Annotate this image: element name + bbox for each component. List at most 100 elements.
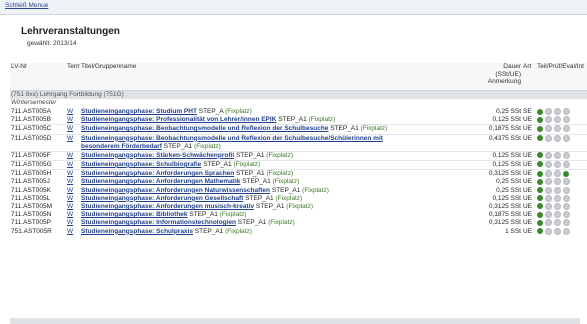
participation-status-icon[interactable] bbox=[537, 178, 543, 185]
info-status-icon[interactable] bbox=[563, 211, 570, 219]
info-status-icon[interactable] bbox=[563, 194, 570, 202]
info-status-icon[interactable] bbox=[563, 170, 569, 177]
exam-status-icon[interactable] bbox=[545, 186, 552, 194]
term-link[interactable]: W bbox=[67, 178, 73, 185]
evaluation-status-icon[interactable] bbox=[554, 152, 561, 159]
course-title-link[interactable]: Studieneingangsphase: Studium PHT bbox=[81, 108, 197, 115]
participation-status-icon[interactable] bbox=[537, 135, 543, 142]
participation-status-icon[interactable] bbox=[537, 170, 543, 177]
exam-status-icon[interactable] bbox=[545, 108, 552, 115]
course-title-link[interactable]: Studieneingangsphase: Bibliothek bbox=[81, 211, 188, 218]
participation-status-icon[interactable] bbox=[537, 187, 543, 194]
table-row: 711.AST005B W Studieneingangsphase: Profes… bbox=[10, 116, 587, 125]
term-link[interactable]: W bbox=[67, 228, 73, 235]
term-link[interactable]: W bbox=[67, 211, 73, 218]
course-title-link[interactable]: Studieneingangsphase: Stärken-Schwächenp… bbox=[81, 152, 234, 158]
info-status-icon[interactable] bbox=[563, 219, 570, 227]
info-status-icon[interactable] bbox=[563, 202, 570, 210]
course-title-link[interactable]: Studieneingangsphase: Anforderungen Gese… bbox=[81, 195, 243, 202]
exam-status-icon[interactable] bbox=[545, 152, 552, 159]
evaluation-status-icon[interactable] bbox=[554, 219, 561, 227]
course-title-link[interactable]: Studieneingangsphase: Anforderungen Spra… bbox=[81, 171, 234, 178]
participation-status-icon[interactable] bbox=[537, 195, 543, 202]
duration-cell: 0,4375 SSt bbox=[476, 133, 522, 152]
term-cell: W bbox=[66, 219, 80, 227]
term-link[interactable]: W bbox=[67, 116, 73, 123]
exam-status-icon[interactable] bbox=[545, 161, 552, 168]
exam-status-icon[interactable] bbox=[545, 219, 552, 227]
term-link[interactable]: W bbox=[67, 203, 73, 210]
type-cell: UE bbox=[523, 194, 533, 202]
exam-status-icon[interactable] bbox=[545, 125, 552, 133]
exam-status-icon[interactable] bbox=[545, 211, 552, 219]
term-link[interactable]: W bbox=[67, 108, 73, 115]
evaluation-status-icon[interactable] bbox=[554, 170, 561, 178]
participation-status-icon[interactable] bbox=[537, 152, 543, 159]
table-row: 711.AST005L W Studieneingangsphase: Anford… bbox=[10, 194, 587, 203]
exam-status-icon[interactable] bbox=[545, 202, 552, 210]
evaluation-status-icon[interactable] bbox=[554, 116, 561, 124]
info-status-icon[interactable] bbox=[563, 135, 570, 142]
course-title-link[interactable]: Studieneingangsphase: Anforderungen musi… bbox=[81, 203, 254, 210]
participation-status-icon[interactable] bbox=[537, 203, 543, 210]
course-title-link[interactable]: Studieneingangsphase: Beobachtungsmodell… bbox=[81, 126, 328, 132]
participation-status-icon[interactable] bbox=[537, 219, 543, 226]
info-status-icon[interactable] bbox=[563, 116, 570, 124]
close-menu-link[interactable]: Schließ Menue bbox=[5, 2, 48, 9]
type-cell: UE bbox=[523, 186, 533, 194]
info-status-icon[interactable] bbox=[563, 178, 570, 186]
course-number: 711.AST005L bbox=[11, 194, 51, 202]
evaluation-status-icon[interactable] bbox=[554, 211, 561, 219]
participation-status-icon[interactable] bbox=[537, 116, 543, 123]
info-status-icon[interactable] bbox=[563, 152, 570, 159]
exam-status-icon[interactable] bbox=[545, 194, 552, 202]
course-title-link-continued[interactable]: besonderem Förderbedarf bbox=[81, 143, 162, 150]
evaluation-status-icon[interactable] bbox=[554, 108, 561, 115]
participation-status-icon[interactable] bbox=[537, 125, 543, 132]
fixplatz-label: (Fixplatz) bbox=[233, 160, 261, 168]
evaluation-status-icon[interactable] bbox=[554, 227, 561, 235]
info-status-icon[interactable] bbox=[563, 108, 570, 115]
course-title-link[interactable]: Studieneingangsphase: Professionalität v… bbox=[81, 116, 276, 123]
participation-status-icon[interactable] bbox=[537, 161, 543, 168]
exam-status-icon[interactable] bbox=[545, 170, 552, 178]
course-number: 711.AST005K bbox=[11, 186, 51, 194]
term-link[interactable]: W bbox=[67, 126, 73, 132]
course-title-link[interactable]: Studieneingangsphase: Schulpraxis bbox=[81, 228, 193, 235]
participation-status-icon[interactable] bbox=[537, 211, 543, 218]
exam-status-icon[interactable] bbox=[545, 227, 552, 235]
participation-status-icon[interactable] bbox=[537, 228, 543, 235]
evaluation-status-icon[interactable] bbox=[554, 202, 561, 210]
term-link[interactable]: W bbox=[67, 161, 73, 167]
term-link[interactable]: W bbox=[67, 195, 73, 202]
course-title-link[interactable]: Studieneingangsphase: Anforderungen Natu… bbox=[81, 187, 270, 194]
term-link[interactable]: W bbox=[67, 219, 73, 226]
group-name: STEP_A1 bbox=[192, 227, 226, 235]
course-title-link[interactable]: Studieneingangsphase: Anforderungen Math… bbox=[81, 178, 240, 185]
evaluation-status-icon[interactable] bbox=[554, 161, 561, 168]
info-status-icon[interactable] bbox=[563, 161, 570, 168]
term-link[interactable]: W bbox=[67, 187, 73, 194]
type-cell: UE bbox=[523, 116, 533, 124]
course-title-link[interactable]: Studieneingangsphase: Informationstechno… bbox=[81, 219, 236, 226]
term-cell: W bbox=[66, 150, 80, 161]
info-status-icon[interactable] bbox=[563, 125, 570, 133]
exam-status-icon[interactable] bbox=[545, 135, 552, 142]
term-link[interactable]: W bbox=[67, 171, 73, 178]
course-title-link[interactable]: Studieneingangsphase: Schulbiografie bbox=[81, 161, 201, 167]
info-status-icon[interactable] bbox=[563, 186, 570, 194]
info-status-icon[interactable] bbox=[563, 227, 570, 235]
participation-status-icon[interactable] bbox=[537, 108, 543, 115]
course-title-link[interactable]: Studieneingangsphase: Beobachtungsmodell… bbox=[81, 135, 383, 142]
group-name: STEP_A1 bbox=[187, 211, 220, 219]
exam-status-icon[interactable] bbox=[545, 178, 552, 186]
term-link[interactable]: W bbox=[67, 152, 73, 158]
term-link[interactable]: W bbox=[67, 135, 73, 142]
evaluation-status-icon[interactable] bbox=[554, 186, 561, 194]
course-title-cell: Studieneingangsphase: Anforderungen musi… bbox=[80, 203, 476, 211]
evaluation-status-icon[interactable] bbox=[554, 125, 561, 133]
evaluation-status-icon[interactable] bbox=[554, 178, 561, 186]
evaluation-status-icon[interactable] bbox=[554, 135, 561, 142]
exam-status-icon[interactable] bbox=[545, 116, 552, 124]
evaluation-status-icon[interactable] bbox=[554, 194, 561, 202]
